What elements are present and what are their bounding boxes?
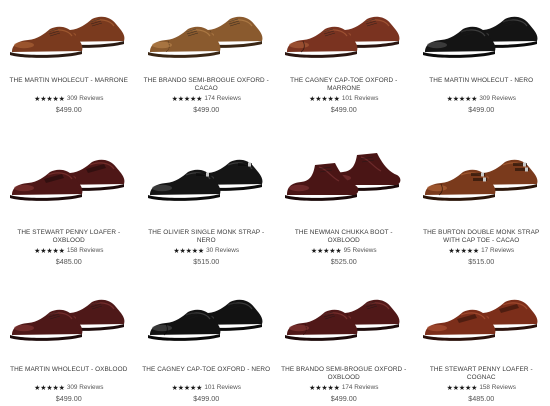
- review-count-link[interactable]: 174 Reviews: [342, 384, 379, 391]
- star-rating-icons: ★★★★★: [34, 245, 65, 255]
- shoe-image[interactable]: [281, 0, 406, 60]
- star-rating-icons: ★★★★★: [171, 382, 203, 392]
- product-name[interactable]: THE CAGNEY CAP-TOE OXFORD - MARRONE: [279, 77, 409, 93]
- shoe-image[interactable]: [281, 283, 406, 343]
- product-name[interactable]: THE MARTIN WHOLECUT - MARRONE: [4, 77, 134, 93]
- product-price: $499.00: [468, 104, 495, 114]
- product-price: $499.00: [193, 104, 220, 114]
- product-price: $515.00: [193, 256, 220, 266]
- product-card[interactable]: THE BRANDO SEMI-BROGUE OXFORD - OXBLOOD …: [275, 273, 413, 406]
- product-card[interactable]: THE STEWART PENNY LOAFER - OXBLOOD ★★★★★…: [0, 135, 138, 273]
- shoe-front-view: [147, 26, 221, 58]
- product-card[interactable]: THE BURTON DOUBLE MONK STRAP WITH CAP TO…: [413, 135, 550, 273]
- product-card[interactable]: THE MARTIN WHOLECUT - MARRONE ★★★★★ 309 …: [0, 0, 138, 135]
- shoe-front-view: [147, 169, 221, 201]
- product-card[interactable]: THE NEWMAN CHUKKA BOOT - OXBLOOD ★★★★★ 9…: [275, 135, 413, 273]
- review-count-link[interactable]: 309 Reviews: [67, 95, 104, 102]
- product-name[interactable]: THE BURTON DOUBLE MONK STRAP WITH CAP TO…: [416, 229, 546, 245]
- shoe-front-view: [147, 309, 221, 341]
- product-rating: ★★★★★ 309 Reviews: [34, 94, 103, 103]
- shoe-front-view: [285, 309, 358, 341]
- product-name[interactable]: THE CAGNEY CAP-TOE OXFORD - NERO: [141, 366, 271, 382]
- product-rating: ★★★★★ 158 Reviews: [447, 383, 516, 392]
- shoe-image[interactable]: [419, 0, 544, 60]
- product-card[interactable]: THE CAGNEY CAP-TOE OXFORD - MARRONE ★★★★…: [275, 0, 413, 135]
- shoe-front-view: [422, 169, 496, 201]
- product-name[interactable]: THE OLIVIER SINGLE MONK STRAP - NERO: [141, 229, 271, 245]
- review-count-link[interactable]: 101 Reviews: [342, 95, 379, 102]
- shoe-image[interactable]: [6, 0, 131, 60]
- product-price: $499.00: [330, 393, 357, 403]
- product-price: $499.00: [330, 104, 357, 114]
- product-rating: ★★★★★ 101 Reviews: [309, 94, 378, 103]
- star-rating-icons: ★★★★★: [310, 245, 342, 255]
- product-price: $515.00: [468, 256, 495, 266]
- product-name[interactable]: THE STEWART PENNY LOAFER - COGNAC: [416, 366, 546, 382]
- product-price: $499.00: [55, 393, 82, 403]
- shoe-front-view: [10, 309, 83, 341]
- shoe-image[interactable]: [419, 143, 544, 203]
- product-price: $499.00: [55, 104, 82, 114]
- product-name[interactable]: THE MARTIN WHOLECUT - OXBLOOD: [4, 366, 134, 382]
- review-count-link[interactable]: 309 Reviews: [67, 384, 104, 391]
- review-count-link[interactable]: 158 Reviews: [67, 247, 104, 254]
- star-rating-icons: ★★★★★: [309, 382, 340, 392]
- product-name[interactable]: THE STEWART PENNY LOAFER - OXBLOOD: [4, 229, 134, 245]
- product-rating: ★★★★★ 17 Reviews: [448, 246, 514, 255]
- product-rating: ★★★★★ 101 Reviews: [172, 383, 241, 392]
- shoe-image[interactable]: [144, 0, 269, 60]
- product-card[interactable]: THE MARTIN WHOLECUT - OXBLOOD ★★★★★ 309 …: [0, 273, 138, 406]
- star-rating-icons: ★★★★★: [34, 382, 65, 392]
- star-rating-icons: ★★★★★: [34, 93, 65, 103]
- shoe-front-view: [285, 163, 359, 201]
- product-rating: ★★★★★ 309 Reviews: [34, 383, 103, 392]
- star-rating-icons: ★★★★★: [309, 93, 340, 103]
- product-price: $485.00: [468, 393, 495, 403]
- shoe-front-view: [10, 169, 83, 201]
- product-grid: THE MARTIN WHOLECUT - MARRONE ★★★★★ 309 …: [0, 0, 550, 406]
- star-rating-icons: ★★★★★: [173, 245, 205, 255]
- product-rating: ★★★★★ 30 Reviews: [173, 246, 239, 255]
- review-count-link[interactable]: 95 Reviews: [344, 247, 377, 254]
- product-rating: ★★★★★ 174 Reviews: [172, 94, 241, 103]
- shoe-front-view: [285, 26, 358, 58]
- product-name[interactable]: THE BRANDO SEMI-BROGUE OXFORD - CACAO: [141, 77, 271, 93]
- review-count-link[interactable]: 309 Reviews: [479, 95, 516, 102]
- shoe-image[interactable]: [281, 143, 406, 203]
- review-count-link[interactable]: 17 Reviews: [481, 247, 514, 254]
- product-card[interactable]: THE OLIVIER SINGLE MONK STRAP - NERO ★★★…: [138, 135, 276, 273]
- review-count-link[interactable]: 174 Reviews: [204, 95, 241, 102]
- product-price: $499.00: [193, 393, 220, 403]
- product-name[interactable]: THE NEWMAN CHUKKA BOOT - OXBLOOD: [279, 229, 409, 245]
- star-rating-icons: ★★★★★: [448, 245, 480, 255]
- shoe-image[interactable]: [6, 283, 131, 343]
- product-card[interactable]: THE BRANDO SEMI-BROGUE OXFORD - CACAO ★★…: [138, 0, 276, 135]
- review-count-link[interactable]: 158 Reviews: [479, 384, 516, 391]
- review-count-link[interactable]: 30 Reviews: [206, 247, 239, 254]
- product-card[interactable]: THE STEWART PENNY LOAFER - COGNAC ★★★★★ …: [413, 273, 550, 406]
- product-name[interactable]: THE BRANDO SEMI-BROGUE OXFORD - OXBLOOD: [279, 366, 409, 382]
- product-price: $485.00: [55, 256, 82, 266]
- product-rating: ★★★★★ 95 Reviews: [311, 246, 377, 255]
- review-count-link[interactable]: 101 Reviews: [204, 384, 241, 391]
- product-rating: ★★★★★ 158 Reviews: [34, 246, 103, 255]
- shoe-front-view: [422, 26, 496, 58]
- shoe-front-view: [422, 309, 496, 341]
- product-card[interactable]: THE CAGNEY CAP-TOE OXFORD - NERO ★★★★★ 1…: [138, 273, 276, 406]
- shoe-front-view: [10, 26, 83, 58]
- product-rating: ★★★★★ 309 Reviews: [447, 94, 516, 103]
- shoe-image[interactable]: [419, 283, 544, 343]
- star-rating-icons: ★★★★★: [446, 382, 478, 392]
- product-rating: ★★★★★ 174 Reviews: [309, 383, 378, 392]
- product-price: $525.00: [330, 256, 357, 266]
- product-card[interactable]: THE MARTIN WHOLECUT - NERO ★★★★★ 309 Rev…: [413, 0, 550, 135]
- shoe-image[interactable]: [144, 283, 269, 343]
- product-name[interactable]: THE MARTIN WHOLECUT - NERO: [416, 77, 546, 93]
- shoe-image[interactable]: [6, 143, 131, 203]
- star-rating-icons: ★★★★★: [171, 93, 203, 103]
- star-rating-icons: ★★★★★: [446, 93, 478, 103]
- shoe-image[interactable]: [144, 143, 269, 203]
